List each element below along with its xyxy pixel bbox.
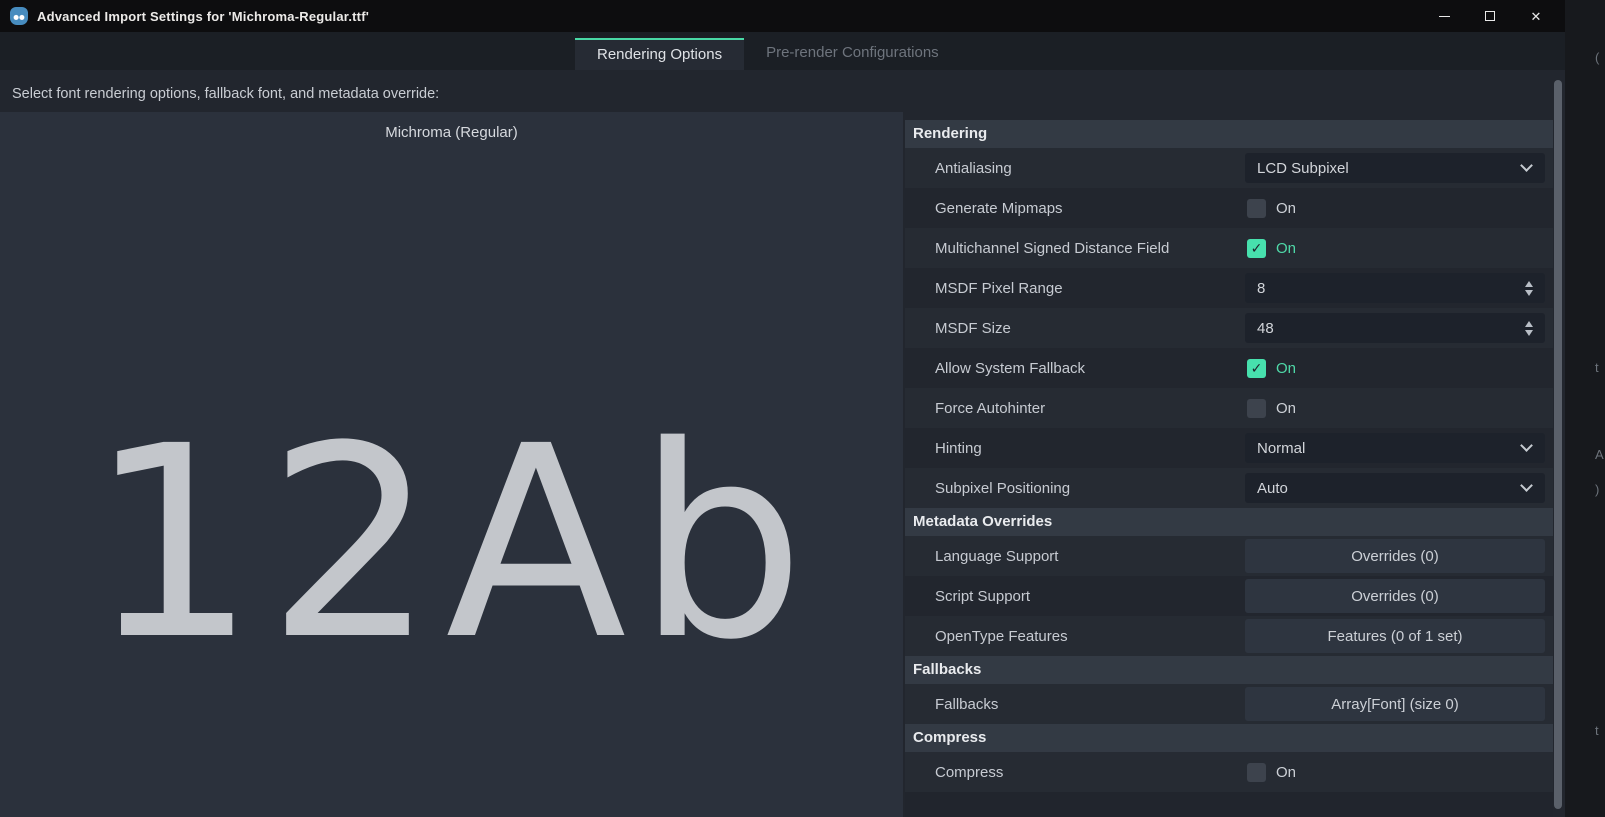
generate-mipmaps-checkbox[interactable] (1247, 199, 1266, 218)
scrollbar-handle[interactable] (1554, 80, 1562, 809)
hinting-row: Hinting Normal (905, 428, 1553, 468)
property-label: MSDF Pixel Range (905, 280, 1241, 297)
language-support-row: Language Support Overrides (0) (905, 536, 1553, 576)
minimize-icon (1439, 16, 1450, 17)
updown-arrows-icon[interactable] (1525, 281, 1533, 296)
force-autohinter-checkbox[interactable] (1247, 399, 1266, 418)
property-label: Allow System Fallback (905, 360, 1241, 377)
advanced-import-settings-window: Advanced Import Settings for 'Michroma-R… (0, 0, 1605, 817)
force-autohinter-row: Force Autohinter On (905, 388, 1553, 428)
compress-checkbox[interactable] (1247, 763, 1266, 782)
close-button[interactable]: ✕ (1513, 0, 1559, 32)
msdf-pixel-range-spinner[interactable]: 8 (1245, 273, 1545, 303)
opentype-features-row: OpenType Features Features (0 of 1 set) (905, 616, 1553, 656)
script-support-overrides-button[interactable]: Overrides (0) (1245, 579, 1545, 613)
section-header-fallbacks: Fallbacks (905, 656, 1553, 684)
property-label: Antialiasing (905, 160, 1241, 177)
checkbox-label: On (1276, 400, 1296, 417)
property-label: Compress (905, 764, 1241, 781)
msdf-pixel-range-row: MSDF Pixel Range 8 (905, 268, 1553, 308)
fallbacks-row: Fallbacks Array[Font] (size 0) (905, 684, 1553, 724)
script-support-row: Script Support Overrides (0) (905, 576, 1553, 616)
scrollbar[interactable] (1553, 72, 1563, 817)
dropdown-value: LCD Subpixel (1245, 160, 1522, 177)
checkbox-label: On (1276, 200, 1296, 217)
import-options-inspector: Rendering Antialiasing LCD Subpixel Gene… (905, 120, 1553, 817)
godot-logo-icon (10, 7, 28, 25)
opentype-features-button[interactable]: Features (0 of 1 set) (1245, 619, 1545, 653)
property-label: Language Support (905, 548, 1241, 565)
minimize-button[interactable] (1421, 0, 1467, 32)
generate-mipmaps-row: Generate Mipmaps On (905, 188, 1553, 228)
clipped-text-fragment: ( (1595, 50, 1599, 65)
font-name-label: Michroma (Regular) (0, 124, 903, 141)
section-header-metadata-overrides: Metadata Overrides (905, 508, 1553, 536)
checkbox-label: On (1276, 240, 1296, 257)
checkbox-label: On (1276, 764, 1296, 781)
close-icon: ✕ (1531, 10, 1542, 23)
clipped-text-fragment: t (1595, 723, 1599, 738)
chevron-down-icon (1520, 439, 1533, 452)
arrow-down-icon (1525, 330, 1533, 336)
property-label: Script Support (905, 588, 1241, 605)
tab-rendering-options[interactable]: Rendering Options (575, 38, 744, 70)
msdf-checkbox[interactable]: ✓ (1247, 239, 1266, 258)
property-label: Hinting (905, 440, 1241, 457)
tab-bar: Rendering Options Pre-render Configurati… (0, 32, 1565, 70)
tab-prerender-configurations[interactable]: Pre-render Configurations (744, 38, 961, 70)
antialiasing-row: Antialiasing LCD Subpixel (905, 148, 1553, 188)
property-label: Fallbacks (905, 696, 1241, 713)
allow-system-fallback-checkbox[interactable]: ✓ (1247, 359, 1266, 378)
subpixel-positioning-row: Subpixel Positioning Auto (905, 468, 1553, 508)
allow-system-fallback-row: Allow System Fallback ✓ On (905, 348, 1553, 388)
msdf-size-spinner[interactable]: 48 (1245, 313, 1545, 343)
msdf-row: Multichannel Signed Distance Field ✓ On (905, 228, 1553, 268)
window-controls: ✕ (1421, 0, 1559, 32)
fallbacks-array-button[interactable]: Array[Font] (size 0) (1245, 687, 1545, 721)
antialiasing-dropdown[interactable]: LCD Subpixel (1245, 153, 1545, 183)
font-sample-text: 12Ab (0, 412, 903, 677)
property-label: MSDF Size (905, 320, 1241, 337)
help-text: Select font rendering options, fallback … (12, 86, 439, 102)
language-support-overrides-button[interactable]: Overrides (0) (1245, 539, 1545, 573)
compress-row: Compress On (905, 752, 1553, 792)
arrow-up-icon (1525, 281, 1533, 287)
clipped-text-fragment: A (1595, 447, 1604, 462)
msdf-size-row: MSDF Size 48 (905, 308, 1553, 348)
checkbox-label: On (1276, 360, 1296, 377)
property-label: Force Autohinter (905, 400, 1241, 417)
arrow-up-icon (1525, 321, 1533, 327)
property-label: Subpixel Positioning (905, 480, 1241, 497)
spinner-value: 8 (1245, 280, 1525, 297)
spinner-value: 48 (1245, 320, 1525, 337)
maximize-icon (1485, 11, 1495, 21)
check-icon: ✓ (1251, 361, 1263, 375)
property-label: Multichannel Signed Distance Field (905, 240, 1241, 257)
maximize-button[interactable] (1467, 0, 1513, 32)
titlebar[interactable]: Advanced Import Settings for 'Michroma-R… (0, 0, 1565, 32)
background-window-edge: ( t A ) t (1565, 0, 1605, 817)
window-title: Advanced Import Settings for 'Michroma-R… (37, 9, 369, 24)
section-header-rendering: Rendering (905, 120, 1553, 148)
check-icon: ✓ (1251, 241, 1263, 255)
clipped-text-fragment: ) (1595, 482, 1599, 497)
hinting-dropdown[interactable]: Normal (1245, 433, 1545, 463)
chevron-down-icon (1520, 159, 1533, 172)
arrow-down-icon (1525, 290, 1533, 296)
property-label: Generate Mipmaps (905, 200, 1241, 217)
dropdown-value: Normal (1245, 440, 1522, 457)
clipped-text-fragment: t (1595, 360, 1599, 375)
section-header-compress: Compress (905, 724, 1553, 752)
property-label: OpenType Features (905, 628, 1241, 645)
subpixel-positioning-dropdown[interactable]: Auto (1245, 473, 1545, 503)
chevron-down-icon (1520, 479, 1533, 492)
updown-arrows-icon[interactable] (1525, 321, 1533, 336)
dropdown-value: Auto (1245, 480, 1522, 497)
font-preview-panel: Michroma (Regular) 12Ab (0, 112, 903, 817)
